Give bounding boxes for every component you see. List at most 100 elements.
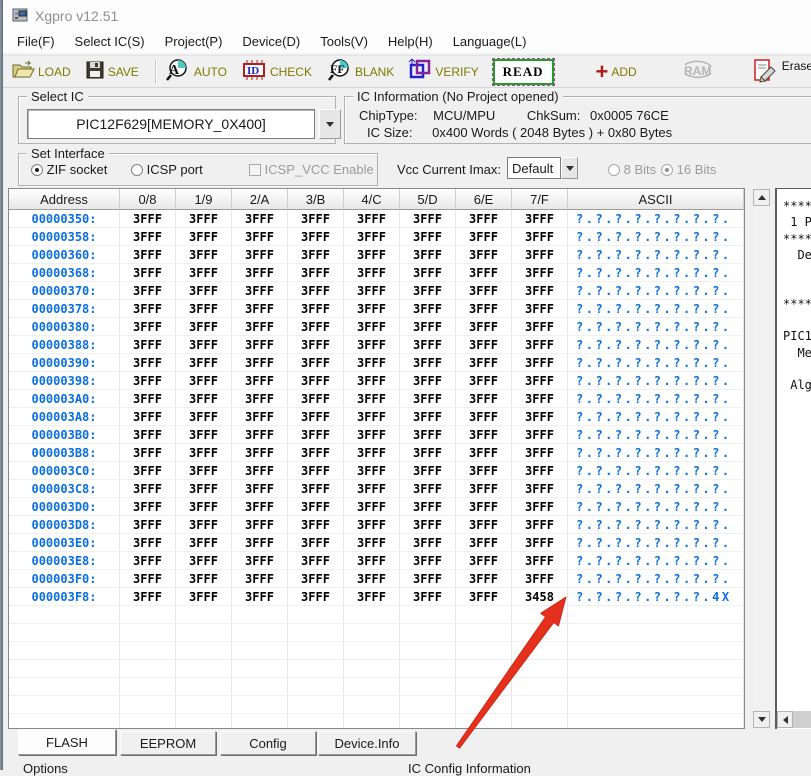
hex-cell[interactable]: 3FFF: [456, 498, 512, 516]
hex-cell[interactable]: 3FFF: [120, 210, 176, 228]
column-header-2a[interactable]: 2/A: [232, 189, 288, 210]
hex-cell[interactable]: 3FFF: [232, 354, 288, 372]
hex-cell[interactable]: 3FFF: [400, 498, 456, 516]
hex-cell[interactable]: 3FFF: [176, 264, 232, 282]
ascii-cell[interactable]: ?.?.?.?.?.?.?.?.: [568, 210, 744, 228]
hex-cell[interactable]: 3FFF: [456, 444, 512, 462]
hex-cell[interactable]: 3FFF: [456, 282, 512, 300]
ascii-cell[interactable]: ?.?.?.?.?.?.?.?.: [568, 534, 744, 552]
hex-cell[interactable]: 3FFF: [512, 354, 568, 372]
hex-cell[interactable]: 3FFF: [344, 480, 400, 498]
hex-cell[interactable]: 3FFF: [288, 372, 344, 390]
hex-cell[interactable]: 3FFF: [120, 318, 176, 336]
scroll-up-button[interactable]: [753, 189, 770, 206]
hex-cell[interactable]: 3FFF: [344, 570, 400, 588]
ic-select-combobox[interactable]: PIC12F629[MEMORY_0X400]: [27, 109, 315, 139]
hex-cell[interactable]: 3FFF: [120, 354, 176, 372]
menu-item-projectp[interactable]: Project(P): [155, 32, 233, 51]
hex-cell[interactable]: 3FFF: [176, 462, 232, 480]
horizontal-scrollbar[interactable]: [777, 711, 811, 728]
hex-cell[interactable]: 3FFF: [456, 336, 512, 354]
hex-cell[interactable]: 3FFF: [456, 552, 512, 570]
hex-cell[interactable]: 3FFF: [288, 264, 344, 282]
tab-flash[interactable]: FLASH: [18, 729, 116, 755]
hex-cell[interactable]: 3FFF: [344, 300, 400, 318]
hex-cell[interactable]: 3FFF: [120, 444, 176, 462]
column-header-08[interactable]: 0/8: [120, 189, 176, 210]
scroll-left-button[interactable]: [777, 711, 793, 728]
read-button[interactable]: READ: [493, 59, 554, 85]
hex-cell[interactable]: 3FFF: [288, 426, 344, 444]
hex-cell[interactable]: 3FFF: [288, 246, 344, 264]
hex-cell[interactable]: 3FFF: [288, 228, 344, 246]
hex-cell[interactable]: 3FFF: [512, 498, 568, 516]
menu-item-languagel[interactable]: Language(L): [443, 32, 537, 51]
hex-cell[interactable]: 3FFF: [120, 246, 176, 264]
hex-cell[interactable]: 3FFF: [176, 354, 232, 372]
hex-cell[interactable]: 3FFF: [400, 336, 456, 354]
hex-cell[interactable]: 3FFF: [456, 570, 512, 588]
hex-cell[interactable]: 3FFF: [344, 516, 400, 534]
ic-select-dropdown-button[interactable]: [319, 109, 341, 139]
hex-cell[interactable]: 3FFF: [400, 480, 456, 498]
icsp-port-radio[interactable]: ICSP port: [131, 162, 203, 177]
hex-cell[interactable]: 3FFF: [288, 336, 344, 354]
hex-cell[interactable]: 3FFF: [232, 408, 288, 426]
hex-cell[interactable]: 3FFF: [400, 516, 456, 534]
hex-cell[interactable]: 3FFF: [176, 480, 232, 498]
hex-cell[interactable]: 3FFF: [400, 372, 456, 390]
ascii-cell[interactable]: ?.?.?.?.?.?.?.?.: [568, 570, 744, 588]
hex-cell[interactable]: 3FFF: [512, 210, 568, 228]
hex-cell[interactable]: 3FFF: [232, 318, 288, 336]
hex-cell[interactable]: 3FFF: [344, 390, 400, 408]
hex-cell[interactable]: 3FFF: [400, 588, 456, 606]
hex-cell[interactable]: 3FFF: [176, 408, 232, 426]
hex-cell[interactable]: 3FFF: [456, 300, 512, 318]
hex-cell[interactable]: 3FFF: [120, 498, 176, 516]
hex-cell[interactable]: 3FFF: [120, 426, 176, 444]
hex-cell[interactable]: 3FFF: [176, 228, 232, 246]
hex-cell[interactable]: 3FFF: [288, 282, 344, 300]
hex-cell[interactable]: 3FFF: [232, 246, 288, 264]
ascii-cell[interactable]: ?.?.?.?.?.?.?.4X: [568, 588, 744, 606]
hex-cell[interactable]: 3FFF: [176, 588, 232, 606]
hex-cell[interactable]: 3FFF: [120, 588, 176, 606]
erase-button[interactable]: Erase: [753, 57, 811, 86]
hex-cell[interactable]: 3FFF: [232, 462, 288, 480]
hex-cell[interactable]: 3FFF: [400, 210, 456, 228]
ascii-cell[interactable]: ?.?.?.?.?.?.?.?.: [568, 354, 744, 372]
menu-item-filef[interactable]: File(F): [7, 32, 65, 51]
column-header-6e[interactable]: 6/E: [456, 189, 512, 210]
hex-cell[interactable]: 3FFF: [176, 372, 232, 390]
hex-cell[interactable]: 3FFF: [456, 534, 512, 552]
ascii-cell[interactable]: ?.?.?.?.?.?.?.?.: [568, 372, 744, 390]
menu-item-selectics[interactable]: Select IC(S): [65, 32, 155, 51]
hex-cell[interactable]: 3FFF: [120, 534, 176, 552]
hex-cell[interactable]: 3FFF: [344, 498, 400, 516]
load-button[interactable]: LOAD: [11, 60, 71, 83]
hex-cell[interactable]: 3FFF: [456, 516, 512, 534]
hex-cell[interactable]: 3FFF: [176, 282, 232, 300]
hex-cell[interactable]: 3FFF: [344, 228, 400, 246]
hex-cell[interactable]: 3FFF: [120, 372, 176, 390]
hex-cell[interactable]: 3FFF: [400, 228, 456, 246]
hex-cell[interactable]: 3FFF: [232, 426, 288, 444]
hex-cell[interactable]: 3FFF: [400, 408, 456, 426]
hex-cell[interactable]: 3FFF: [120, 336, 176, 354]
hex-cell[interactable]: 3FFF: [456, 318, 512, 336]
ascii-cell[interactable]: ?.?.?.?.?.?.?.?.: [568, 246, 744, 264]
tab-deviceinfo[interactable]: Device.Info: [318, 731, 416, 755]
hex-cell[interactable]: 3FFF: [288, 588, 344, 606]
hex-cell[interactable]: 3FFF: [344, 462, 400, 480]
ascii-cell[interactable]: ?.?.?.?.?.?.?.?.: [568, 426, 744, 444]
hex-cell[interactable]: 3FFF: [344, 444, 400, 462]
hex-cell[interactable]: 3FFF: [344, 552, 400, 570]
verify-button[interactable]: VERIFY: [408, 58, 478, 85]
hex-cell[interactable]: 3FFF: [120, 390, 176, 408]
hex-cell[interactable]: 3FFF: [456, 462, 512, 480]
hex-cell[interactable]: 3FFF: [176, 210, 232, 228]
hex-cell[interactable]: 3FFF: [456, 480, 512, 498]
hex-cell[interactable]: 3458: [512, 588, 568, 606]
check-button[interactable]: ID CHECK: [241, 59, 312, 84]
hex-cell[interactable]: 3FFF: [176, 534, 232, 552]
